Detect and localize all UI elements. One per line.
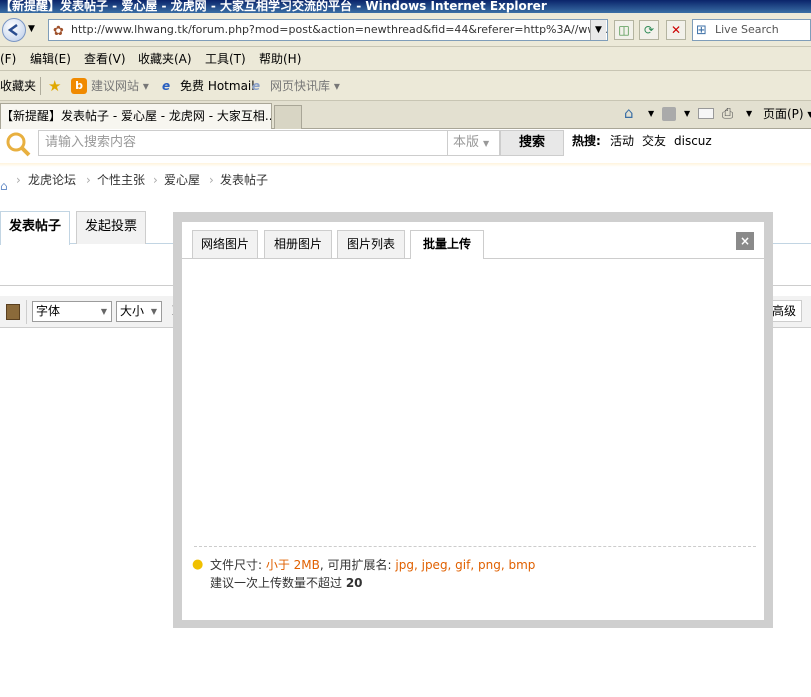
image-dialog: 网络图片 相册图片 图片列表 批量上传 × ● 文件尺寸: 小于 2MB, 可用… xyxy=(182,222,764,620)
window-title: 【新提醒】发表帖子 - 爱心屋 - 龙虎网 - 大家互相学习交流的平台 - Wi… xyxy=(0,0,811,13)
dialog-divider xyxy=(194,546,756,547)
menu-file[interactable]: (F) xyxy=(0,47,16,71)
webslice-ie-icon: e xyxy=(252,79,261,93)
breadcrumb-separator: › xyxy=(209,173,214,187)
favorites-web-slice-gallery[interactable]: 网页快讯库 ▾ xyxy=(270,71,340,101)
tab-new-thread[interactable]: 发表帖子 xyxy=(0,211,71,245)
hot-search-item[interactable]: 活动 xyxy=(610,130,634,156)
tab-batch-upload[interactable]: 批量上传 xyxy=(410,230,484,259)
address-toolbar: ▼ ✿ http://www.lhwang.tk/forum.php?mod=p… xyxy=(0,13,811,47)
feeds-icon[interactable] xyxy=(662,107,676,121)
tab-new-poll[interactable]: 发起投票 xyxy=(76,211,147,244)
search-button[interactable]: 搜索 xyxy=(500,130,564,156)
chevron-down-icon: ▼ xyxy=(150,307,157,316)
menu-help[interactable]: 帮助(H) xyxy=(259,47,301,71)
font-size-value: 大小 xyxy=(120,304,145,318)
home-icon[interactable]: ⌂ xyxy=(0,173,8,199)
favorites-label[interactable]: 收藏夹 xyxy=(0,71,36,101)
stop-icon[interactable]: ✕ xyxy=(666,20,686,40)
menu-view[interactable]: 查看(V) xyxy=(84,47,126,71)
suggested-sites-icon: b xyxy=(71,78,87,94)
back-button[interactable] xyxy=(2,18,26,42)
search-scope-value: 本版 xyxy=(453,135,480,150)
tab-album-image[interactable]: 相册图片 xyxy=(264,230,332,258)
refresh-icon[interactable]: ⟳ xyxy=(639,20,659,40)
print-dropdown-icon[interactable]: ▼ xyxy=(746,109,752,118)
tab-web-image[interactable]: 网络图片 xyxy=(192,230,258,258)
live-search-placeholder: Live Search xyxy=(715,23,779,36)
address-dropdown-icon[interactable]: ▼ xyxy=(590,20,606,40)
font-family-value: 字体 xyxy=(36,304,61,318)
toolbar-divider xyxy=(26,300,27,324)
menu-tools[interactable]: 工具(T) xyxy=(205,47,246,71)
browser-tab-bar: 【新提醒】发表帖子 - 爱心屋 - 龙虎网 - 大家互相... ⌂ ▼ ▼ ⎙ … xyxy=(0,101,811,129)
site-search-input[interactable]: 请输入搜索内容 xyxy=(38,130,448,156)
ie-icon: e xyxy=(162,79,171,93)
chevron-down-icon: ▼ xyxy=(483,139,490,148)
font-size-select[interactable]: 大小 ▼ xyxy=(116,301,162,322)
info-size-limit: 小于 2MB xyxy=(265,558,320,572)
close-icon[interactable]: × xyxy=(736,232,754,250)
compatibility-icon[interactable]: ◫ xyxy=(614,20,634,40)
home-icon[interactable]: ⌂ xyxy=(624,104,634,122)
tab-image-list[interactable]: 图片列表 xyxy=(337,230,405,258)
breadcrumb: ⌂ › 龙虎论坛 › 个性主张 › 爱心屋 › 发表帖子 xyxy=(0,167,811,195)
breadcrumb-item[interactable]: 爱心屋 xyxy=(164,167,200,193)
lightbulb-icon: ● xyxy=(192,557,204,572)
breadcrumb-item-current: 发表帖子 xyxy=(220,173,269,187)
breadcrumb-separator: › xyxy=(16,173,21,187)
hot-search-item[interactable]: discuz xyxy=(674,130,712,156)
read-mail-icon[interactable] xyxy=(698,108,714,119)
search-magnifier-icon xyxy=(2,131,31,157)
live-search-input[interactable]: ⊞ Live Search xyxy=(692,19,811,41)
back-arrow-icon xyxy=(7,23,18,37)
page-menu[interactable]: 页面(P) ▾ xyxy=(763,105,811,122)
address-url: http://www.lhwang.tk/forum.php?mod=post&… xyxy=(71,23,608,36)
hot-search-label: 热搜: xyxy=(572,134,601,148)
breadcrumb-item[interactable]: 个性主张 xyxy=(97,167,145,193)
menu-favorites[interactable]: 收藏夹(A) xyxy=(138,47,192,71)
info-count-prefix: 建议一次上传数量不超过 xyxy=(210,576,346,590)
info-extensions: jpg, jpeg, gif, png, bmp xyxy=(395,558,536,572)
print-icon[interactable]: ⎙ xyxy=(722,106,733,122)
menu-edit[interactable]: 编辑(E) xyxy=(30,47,71,71)
history-dropdown-icon[interactable]: ▼ xyxy=(28,24,35,34)
breadcrumb-separator: › xyxy=(153,173,158,187)
browser-tab-active[interactable]: 【新提醒】发表帖子 - 爱心屋 - 龙虎网 - 大家互相... xyxy=(0,103,272,129)
favorites-suggested-sites[interactable]: 建议网站 ▾ xyxy=(91,71,149,101)
breadcrumb-item[interactable]: 龙虎论坛 xyxy=(28,167,76,193)
new-tab-button[interactable] xyxy=(274,105,302,129)
info-size-prefix: 文件尺寸: xyxy=(210,558,266,572)
add-favorite-star-icon[interactable]: ★ xyxy=(48,71,61,101)
home-dropdown-icon[interactable]: ▼ xyxy=(648,109,654,118)
paste-icon[interactable] xyxy=(6,304,20,320)
upload-file-info: ● 文件尺寸: 小于 2MB, 可用扩展名: jpg, jpeg, gif, p… xyxy=(192,556,536,574)
menu-bar: (F) 编辑(E) 查看(V) 收藏夹(A) 工具(T) 帮助(H) xyxy=(0,47,811,71)
hot-search-item[interactable]: 交友 xyxy=(642,130,666,156)
address-input[interactable]: ✿ http://www.lhwang.tk/forum.php?mod=pos… xyxy=(48,19,608,41)
info-ext-prefix: , 可用扩展名: xyxy=(319,558,396,572)
favorites-hotmail[interactable]: 免费 Hotmail xyxy=(180,71,255,101)
page-favicon-icon: ✿ xyxy=(53,24,64,39)
favbar-divider xyxy=(40,77,41,95)
font-family-select[interactable]: 字体 ▼ xyxy=(32,301,112,322)
windows-logo-icon: ⊞ xyxy=(696,23,707,38)
breadcrumb-separator: › xyxy=(86,173,91,187)
chevron-down-icon: ▼ xyxy=(100,307,107,316)
upload-count-info: 建议一次上传数量不超过 20 xyxy=(210,574,363,592)
favorites-bar: 收藏夹 ★ b 建议网站 ▾ e 免费 Hotmail e 网页快讯库 ▾ xyxy=(0,71,811,101)
feeds-dropdown-icon[interactable]: ▼ xyxy=(684,109,690,118)
info-count-value: 20 xyxy=(345,576,363,590)
search-scope-select[interactable]: 本版 ▼ xyxy=(448,130,500,156)
